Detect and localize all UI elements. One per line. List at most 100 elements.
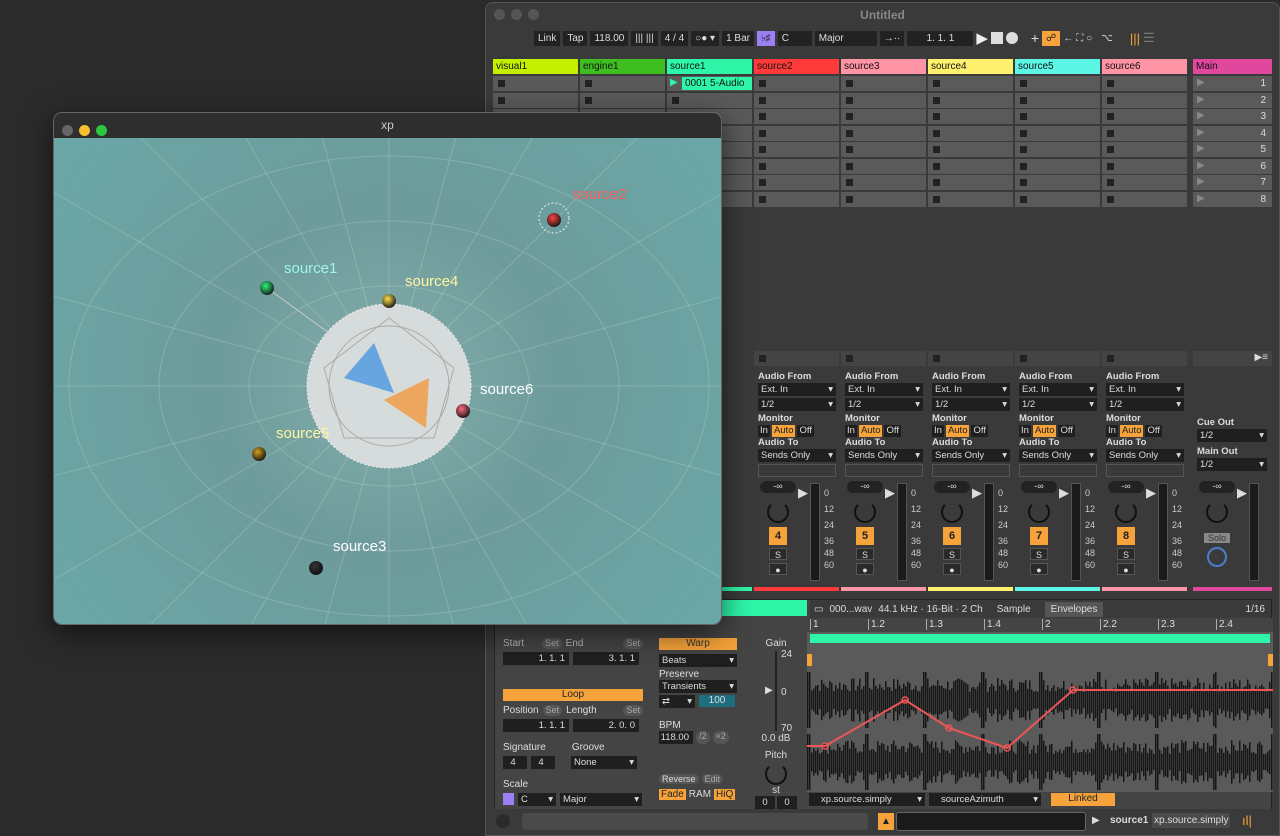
start-marker[interactable] — [807, 654, 812, 666]
end-field[interactable]: 3. 1. 1 — [573, 652, 639, 665]
audio-to-dropdown[interactable]: Sends Only — [1106, 449, 1184, 462]
scale-mode-icon[interactable] — [503, 793, 514, 805]
spatial-view[interactable]: source1 source2 source3 source4 source5 sourc… — [54, 138, 721, 624]
clip-slot[interactable] — [1015, 76, 1100, 91]
audio-from-dropdown[interactable]: Ext. In — [1019, 383, 1097, 396]
input-channel-dropdown[interactable]: 1/2 — [845, 398, 923, 411]
pan-knob[interactable] — [767, 501, 789, 523]
clip-slot[interactable] — [754, 76, 839, 91]
ram-button[interactable]: RAM — [689, 789, 711, 800]
track-activator-button[interactable]: 7 — [1030, 527, 1048, 545]
main-out-dropdown[interactable]: 1/2 — [1197, 458, 1267, 471]
input-channel-dropdown[interactable]: 1/2 — [1019, 398, 1097, 411]
loop-button[interactable]: Loop — [503, 689, 643, 701]
source2-marker[interactable] — [547, 213, 561, 227]
scale-dropdown[interactable]: Major — [814, 30, 877, 46]
clip-slot[interactable] — [1015, 175, 1100, 190]
clip-slot[interactable] — [841, 92, 926, 108]
arm-button[interactable]: ● — [856, 563, 874, 575]
warp-mode-dropdown[interactable]: Beats — [659, 654, 737, 667]
grid-dropdown[interactable]: 1/16 — [1246, 604, 1271, 615]
bpm-field[interactable]: 118.00 — [659, 731, 693, 744]
key-dropdown[interactable]: C — [777, 30, 812, 46]
volume-fader-icon[interactable]: ▶ — [1059, 485, 1069, 501]
cue-out-dropdown[interactable]: 1/2 — [1197, 429, 1267, 442]
input-channel-dropdown[interactable]: 1/2 — [932, 398, 1010, 411]
stop-button-icon[interactable] — [498, 80, 505, 87]
scene-launch[interactable]: ▶ 8 — [1193, 191, 1272, 207]
track-header[interactable]: source4 — [928, 59, 1013, 74]
solo-button[interactable]: S — [1117, 548, 1135, 560]
fade-button[interactable]: Fade — [659, 789, 686, 800]
audio-to-dropdown[interactable]: Sends Only — [932, 449, 1010, 462]
clip-slot[interactable] — [493, 76, 578, 91]
clip-slot[interactable] — [1102, 92, 1187, 108]
stop-button-icon[interactable] — [759, 162, 766, 170]
position-set-button[interactable]: Set — [542, 705, 563, 716]
pan-knob[interactable] — [941, 501, 963, 523]
volume-fader-icon[interactable]: ▶ — [1146, 485, 1156, 501]
stop-button-icon[interactable] — [759, 146, 766, 153]
volume-fader-icon[interactable]: ▶ — [798, 485, 808, 501]
scene-launch[interactable]: ▶ 5 — [1193, 142, 1272, 157]
volume-fader-icon[interactable]: ▶ — [885, 485, 895, 501]
sample-editor[interactable]: 1 1.2 1.3 1.4 2 2.2 2.3 2.4 — [807, 618, 1273, 792]
clip-slot[interactable] — [928, 109, 1013, 124]
stop-button-icon[interactable] — [1107, 113, 1114, 120]
monitor-auto[interactable]: Auto — [945, 425, 970, 437]
stop-button-icon[interactable] — [933, 179, 940, 186]
info-icon[interactable] — [496, 814, 510, 828]
overdub-icon[interactable]: + — [1031, 30, 1039, 46]
track-activator-button[interactable]: 5 — [856, 527, 874, 545]
stop-button-icon[interactable] — [498, 96, 505, 104]
stop-button-icon[interactable] — [846, 129, 853, 137]
audio-from-dropdown[interactable]: Ext. In — [758, 383, 836, 396]
clip-slot[interactable] — [1015, 92, 1100, 108]
sends-field[interactable] — [932, 464, 1010, 477]
scene-launch[interactable]: ▶ 1 — [1193, 76, 1272, 91]
cpu-meter-icon[interactable]: ||| — [1130, 31, 1140, 46]
clip-slot[interactable] — [1015, 158, 1100, 174]
sends-field[interactable] — [1106, 464, 1184, 477]
track-activator-button[interactable]: 6 — [943, 527, 961, 545]
clip-slot[interactable] — [928, 125, 1013, 141]
stop-button-icon[interactable] — [585, 80, 592, 87]
clip-slot[interactable] — [1015, 125, 1100, 141]
stop-button-icon[interactable] — [1020, 162, 1027, 170]
scale-mode-dropdown[interactable]: Major — [560, 793, 642, 806]
clip-slot[interactable] — [1102, 142, 1187, 157]
stop-button-icon[interactable] — [1020, 113, 1027, 120]
stop-button-icon[interactable] — [585, 96, 592, 104]
metronome-icon[interactable]: ○● ▾ — [691, 30, 720, 46]
track-header[interactable]: visual1 — [493, 59, 578, 74]
scale-key-dropdown[interactable]: C — [518, 793, 556, 806]
track-header[interactable]: source1 — [667, 59, 752, 74]
loop-mode-dropdown[interactable]: ⇄ — [659, 695, 695, 708]
tap-button[interactable]: Tap — [563, 30, 588, 46]
midi-icon[interactable]: ⌥ — [1101, 33, 1113, 44]
linked-button[interactable]: Linked — [1051, 793, 1115, 806]
audio-to-dropdown[interactable]: Sends Only — [1019, 449, 1097, 462]
scene-launch[interactable]: ▶ 2 — [1193, 92, 1272, 108]
stop-button-icon[interactable] — [759, 80, 766, 87]
loop-brace[interactable] — [810, 634, 1270, 643]
stop-button-icon[interactable] — [759, 195, 766, 203]
stop-button-icon[interactable] — [933, 162, 940, 170]
clip-slot[interactable] — [841, 158, 926, 174]
half-tempo-button[interactable]: /2 — [696, 731, 710, 744]
automation-arm-icon[interactable]: ☍ — [1042, 30, 1061, 46]
double-tempo-button[interactable]: ×2 — [712, 731, 729, 744]
monitor-auto[interactable]: Auto — [858, 425, 883, 437]
clip-slot[interactable] — [754, 142, 839, 157]
pan-knob[interactable] — [1028, 501, 1050, 523]
solo-button[interactable]: S — [1030, 548, 1048, 560]
signature-numerator[interactable]: 4 — [503, 756, 527, 769]
arrangement-position[interactable]: 1. 1. 1 — [907, 30, 974, 46]
track-header[interactable]: engine1 — [580, 59, 665, 74]
signature-field[interactable]: 4 / 4 — [660, 30, 689, 46]
nudge-icon[interactable]: ||| ||| — [631, 30, 658, 46]
clip-slot[interactable] — [1015, 142, 1100, 157]
volume-fader-icon[interactable]: ▶ — [972, 485, 982, 501]
clip-slot[interactable] — [667, 92, 752, 108]
volume-value[interactable]: -∞ — [934, 481, 970, 493]
